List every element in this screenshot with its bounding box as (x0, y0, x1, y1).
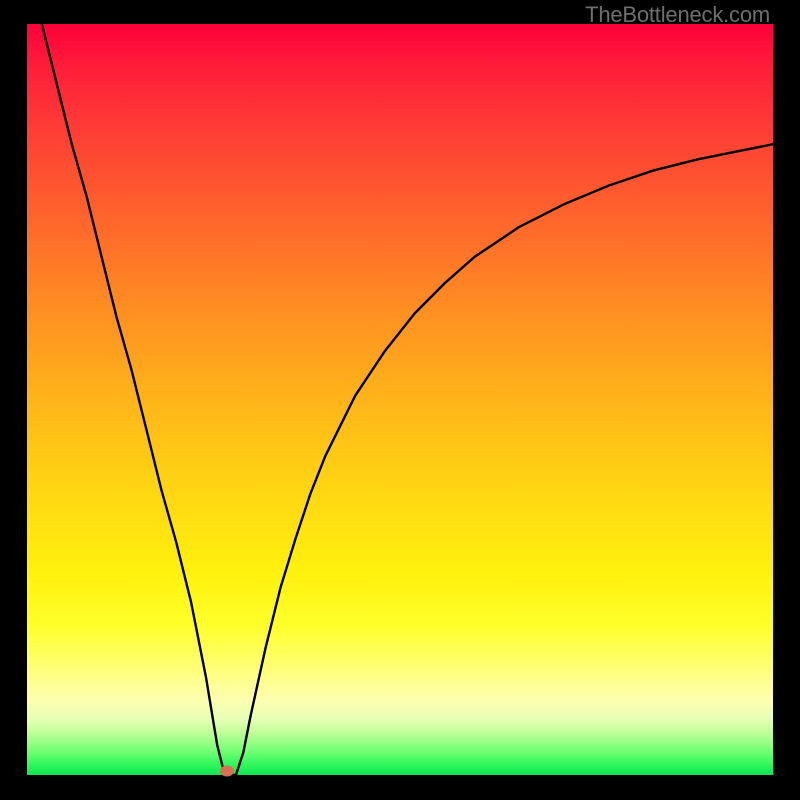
bottleneck-marker-dot (220, 766, 234, 777)
bottleneck-curve (27, 24, 773, 775)
chart-frame (27, 24, 773, 775)
